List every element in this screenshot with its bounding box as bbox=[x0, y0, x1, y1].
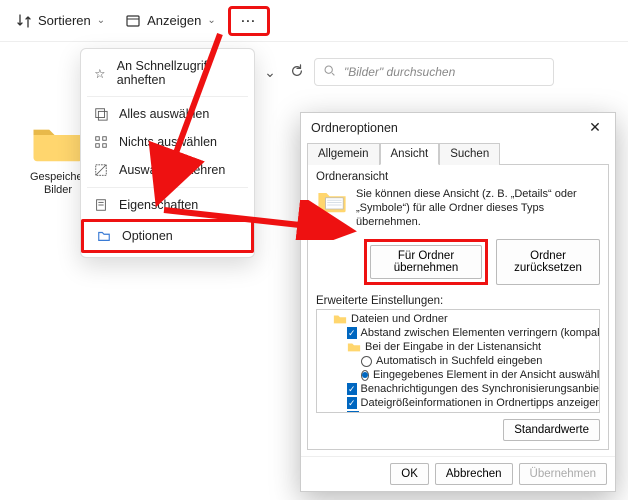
apply-button[interactable]: Übernehmen bbox=[519, 463, 607, 485]
sort-button[interactable]: Sortieren ⌄ bbox=[8, 9, 113, 33]
view-label: Anzeigen bbox=[147, 13, 201, 28]
tree-label: Dateisymbol auf Miniaturansichten anzeig… bbox=[363, 411, 579, 413]
options-folder-icon bbox=[96, 228, 112, 244]
properties-icon bbox=[93, 197, 109, 213]
tree-group: Dateien und Ordner bbox=[319, 312, 597, 326]
view-icon bbox=[125, 13, 141, 29]
advanced-settings-tree[interactable]: Dateien und Ordner ✓ Abstand zwischen Ele… bbox=[316, 309, 600, 413]
tree-label: Eingegebenes Element in der Ansicht ausw… bbox=[373, 369, 600, 381]
radio-icon bbox=[361, 356, 372, 367]
select-none-icon bbox=[93, 134, 109, 150]
ctx-properties[interactable]: Eigenschaften bbox=[81, 191, 254, 219]
dialog-title: Ordneroptionen bbox=[311, 121, 585, 135]
folder-item[interactable]: Gespeicherte Bilder bbox=[30, 120, 86, 197]
folder-view-icon bbox=[316, 187, 348, 218]
search-box[interactable] bbox=[314, 58, 554, 86]
select-all-icon bbox=[93, 106, 109, 122]
breadcrumb-chevron[interactable]: ⌄ bbox=[260, 64, 280, 81]
folder-options-dialog: Ordneroptionen ✕ Allgemein Ansicht Suche… bbox=[300, 112, 616, 492]
ctx-pin-to-quick-access[interactable]: ☆ An Schnellzugriff anheften bbox=[81, 53, 254, 93]
apply-to-folders-highlight: Für Ordner übernehmen bbox=[364, 239, 488, 285]
toolbar: Sortieren ⌄ Anzeigen ⌄ ··· bbox=[0, 0, 628, 42]
ctx-label: Nichts auswählen bbox=[119, 135, 217, 149]
folder-icon bbox=[333, 313, 347, 325]
ctx-label: Alles auswählen bbox=[119, 107, 209, 121]
ctx-select-none[interactable]: Nichts auswählen bbox=[81, 128, 254, 156]
invert-icon bbox=[93, 162, 109, 178]
more-icon: ··· bbox=[241, 13, 257, 29]
ctx-invert-selection[interactable]: Auswahl umkehren bbox=[81, 156, 254, 184]
sort-label: Sortieren bbox=[38, 13, 91, 28]
dialog-body: Ordneransicht Sie können diese Ansicht (… bbox=[307, 164, 609, 450]
refresh-button[interactable] bbox=[290, 64, 304, 81]
search-icon bbox=[323, 64, 336, 80]
ctx-label: Eigenschaften bbox=[119, 198, 198, 212]
dialog-footer: OK Abbrechen Übernehmen bbox=[301, 456, 615, 491]
tree-group: Bei der Eingabe in der Listenansicht bbox=[319, 340, 597, 354]
tree-label: Benachrichtigungen des Synchronisierungs… bbox=[361, 383, 600, 395]
nav-row: ⌄ bbox=[260, 58, 554, 86]
more-button[interactable]: ··· bbox=[237, 11, 261, 31]
group-title: Ordneransicht bbox=[316, 171, 600, 183]
ctx-select-all[interactable]: Alles auswählen bbox=[81, 100, 254, 128]
apply-to-folders-button[interactable]: Für Ordner übernehmen bbox=[370, 245, 482, 279]
tab-strip: Allgemein Ansicht Suchen bbox=[301, 142, 615, 164]
tree-label: Dateigrößeinformationen in Ordnertipps a… bbox=[361, 397, 600, 409]
checkbox-icon: ✓ bbox=[347, 383, 357, 395]
star-icon: ☆ bbox=[93, 65, 107, 81]
folder-caption: Gespeicherte Bilder bbox=[30, 171, 86, 197]
tree-item[interactable]: ✓Dateigrößeinformationen in Ordnertipps … bbox=[319, 396, 597, 410]
separator bbox=[87, 187, 248, 188]
chevron-down-icon: ⌄ bbox=[97, 15, 105, 26]
tree-label: Dateien und Ordner bbox=[351, 313, 448, 325]
separator bbox=[87, 96, 248, 97]
tree-label: Automatisch in Suchfeld eingeben bbox=[376, 355, 542, 367]
restore-defaults-button[interactable]: Standardwerte bbox=[503, 419, 600, 441]
group-description: Sie können diese Ansicht (z. B. „Details… bbox=[356, 187, 600, 229]
tree-item[interactable]: ✓ Abstand zwischen Elementen verringern (… bbox=[319, 326, 597, 340]
tree-item[interactable]: Eingegebenes Element in der Ansicht ausw… bbox=[319, 368, 597, 382]
ok-button[interactable]: OK bbox=[390, 463, 429, 485]
advanced-settings-label: Erweiterte Einstellungen: bbox=[316, 295, 600, 307]
tree-label: Abstand zwischen Elementen verringern (k… bbox=[361, 327, 600, 339]
checkbox-icon: ✓ bbox=[347, 411, 359, 413]
ctx-label: Optionen bbox=[122, 229, 173, 243]
chevron-down-icon: ⌄ bbox=[207, 15, 215, 26]
folder-icon bbox=[347, 341, 361, 353]
ctx-options[interactable]: Optionen bbox=[84, 222, 251, 250]
tree-item[interactable]: ✓ Dateisymbol auf Miniaturansichten anzei… bbox=[319, 410, 597, 413]
tab-view[interactable]: Ansicht bbox=[380, 143, 440, 165]
search-input[interactable] bbox=[342, 64, 545, 80]
checkbox-icon: ✓ bbox=[347, 327, 357, 339]
radio-icon bbox=[361, 370, 369, 381]
sort-icon bbox=[16, 13, 32, 29]
tree-item[interactable]: Automatisch in Suchfeld eingeben bbox=[319, 354, 597, 368]
context-menu: ☆ An Schnellzugriff anheften Alles auswä… bbox=[80, 48, 255, 258]
close-button[interactable]: ✕ bbox=[585, 119, 605, 136]
ctx-label: An Schnellzugriff anheften bbox=[117, 59, 242, 87]
dialog-titlebar: Ordneroptionen ✕ bbox=[301, 113, 615, 142]
tab-general[interactable]: Allgemein bbox=[307, 143, 380, 165]
cancel-button[interactable]: Abbrechen bbox=[435, 463, 513, 485]
ctx-label: Auswahl umkehren bbox=[119, 163, 225, 177]
tree-label: Bei der Eingabe in der Listenansicht bbox=[365, 341, 541, 353]
ctx-options-highlight: Optionen bbox=[81, 219, 254, 253]
checkbox-icon: ✓ bbox=[347, 397, 357, 409]
tab-search[interactable]: Suchen bbox=[439, 143, 500, 165]
more-button-highlight: ··· bbox=[228, 6, 270, 36]
reset-folders-button[interactable]: Ordner zurücksetzen bbox=[496, 239, 600, 285]
view-button[interactable]: Anzeigen ⌄ bbox=[117, 9, 224, 33]
tree-item[interactable]: ✓ Benachrichtigungen des Synchronisierung… bbox=[319, 382, 597, 396]
